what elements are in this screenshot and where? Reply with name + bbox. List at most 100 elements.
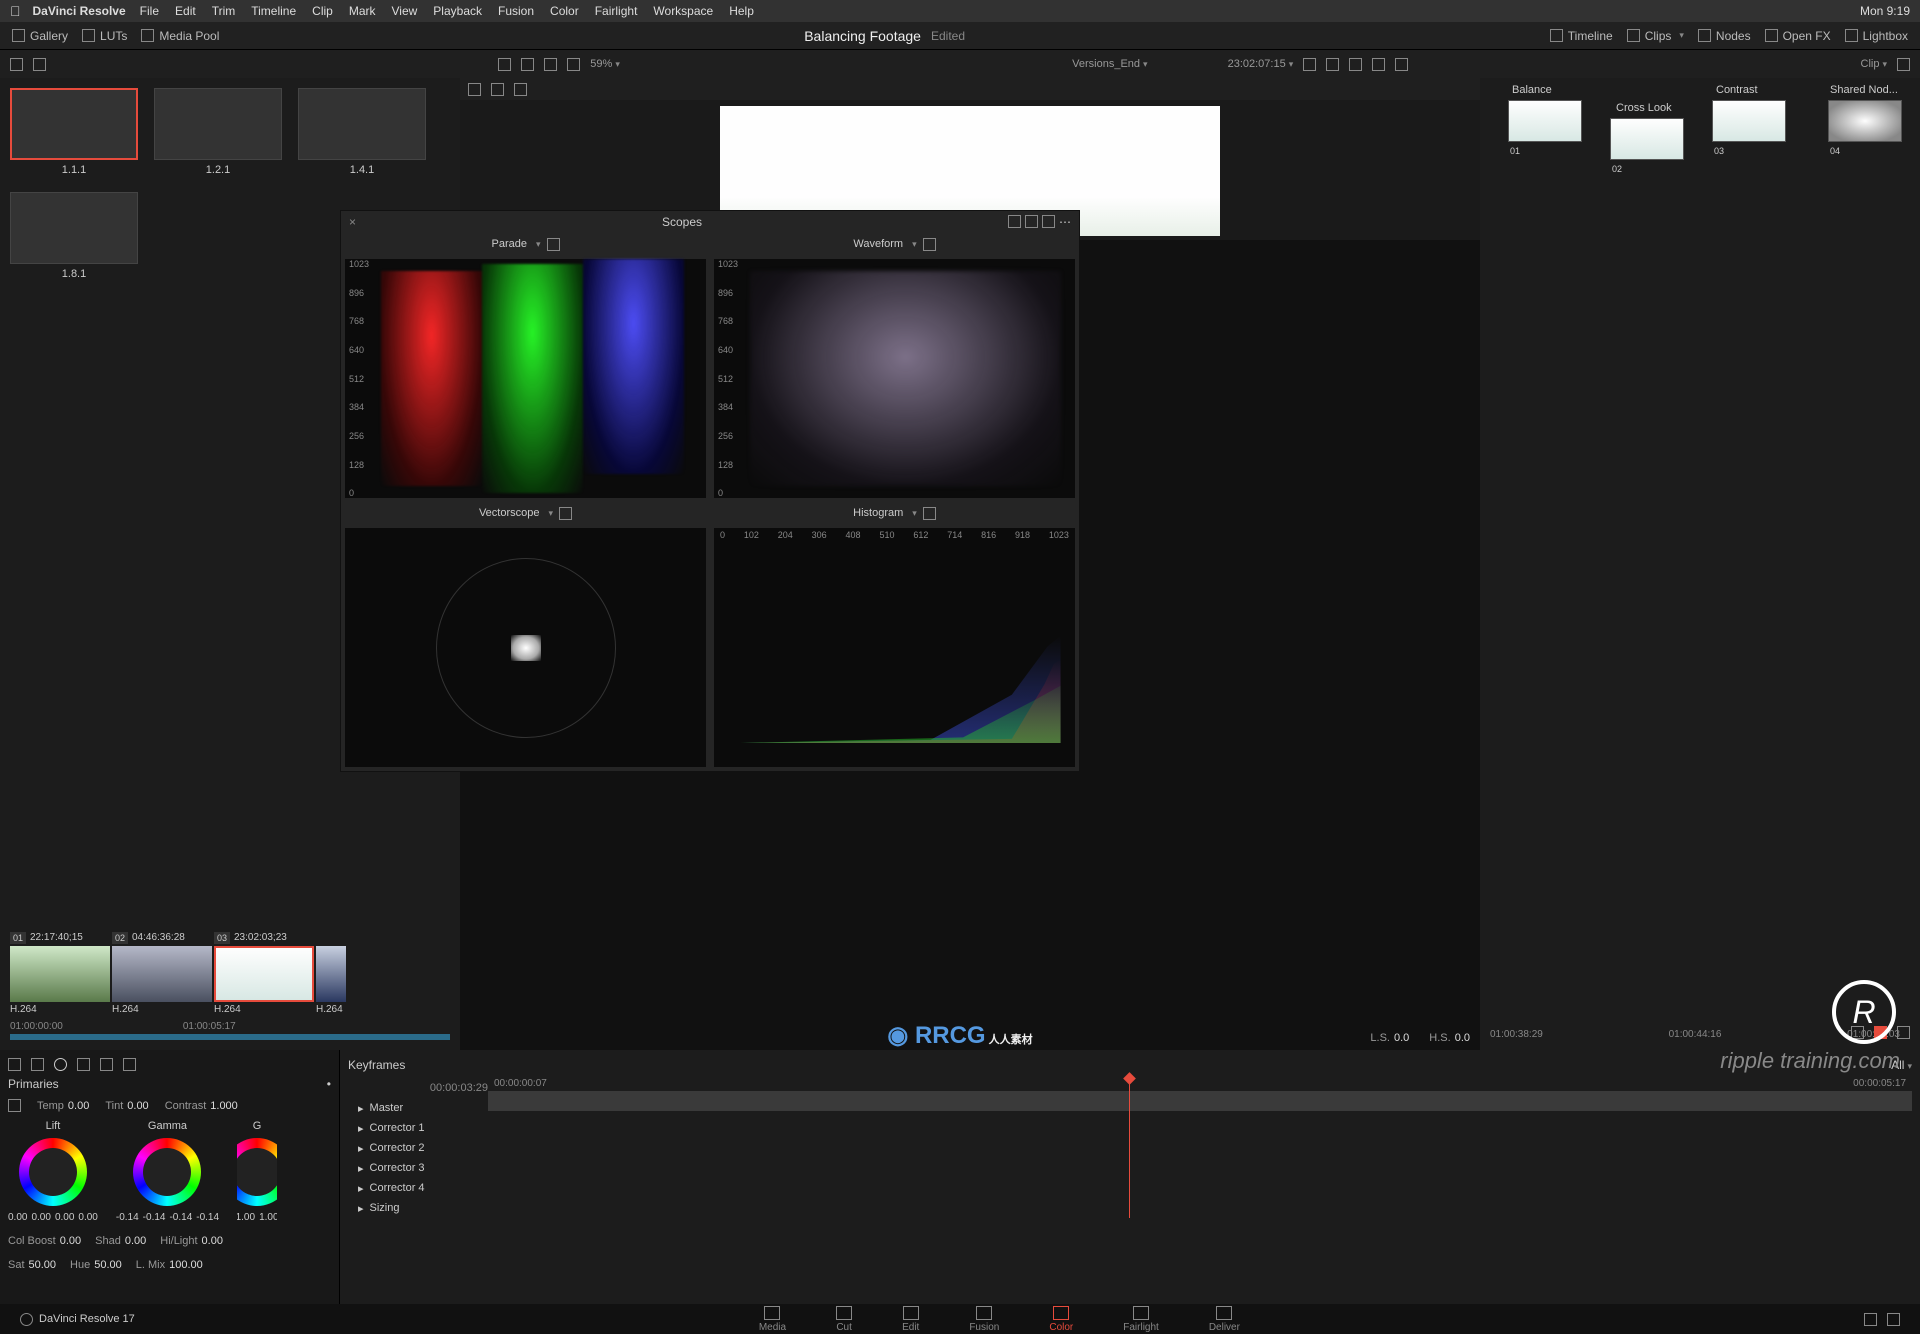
node-01[interactable]: 01 [1508, 100, 1582, 142]
tool-6-icon[interactable] [123, 1058, 136, 1071]
tool-4-icon[interactable] [77, 1058, 90, 1071]
tool-5-icon[interactable] [100, 1058, 113, 1071]
apple-menu[interactable]:  [10, 3, 21, 19]
gamma-wheel[interactable]: Gamma -0.14-0.14-0.14-0.14 [116, 1120, 219, 1223]
lmix-value[interactable]: 100.00 [169, 1259, 203, 1271]
scope-parade-label[interactable]: Parade [491, 238, 526, 250]
gallery-toggle[interactable]: Gallery [12, 29, 68, 43]
menu-clip[interactable]: Clip [312, 4, 333, 18]
search-icon[interactable] [544, 58, 557, 71]
zoom-level[interactable]: 59% [590, 58, 620, 70]
openfx-toggle[interactable]: Open FX [1765, 29, 1831, 43]
clip-mode[interactable]: Clip [1861, 58, 1887, 70]
kf-row-c1[interactable]: ▸ Corrector 1 [348, 1118, 488, 1138]
kf-tool-3-icon[interactable] [1897, 1026, 1910, 1039]
timeline-toggle[interactable]: Timeline [1550, 29, 1613, 43]
sat-value[interactable]: 50.00 [29, 1259, 57, 1271]
node-04[interactable]: 04 [1828, 100, 1902, 142]
temp-value[interactable]: 0.00 [68, 1100, 89, 1112]
scopes-layout-4-icon[interactable] [1042, 215, 1055, 228]
mini-timeline[interactable] [10, 1034, 450, 1040]
lift-wheel[interactable]: Lift 0.000.000.000.00 [8, 1120, 98, 1223]
still-4[interactable]: 1.8.1 [10, 192, 138, 280]
menu-workspace[interactable]: Workspace [653, 4, 713, 18]
picker-icon[interactable] [8, 1099, 21, 1112]
still-1[interactable]: 1.1.1 [10, 88, 138, 176]
window-icon[interactable] [491, 83, 504, 96]
viewer-timecode[interactable]: 23:02:07:15 [1228, 58, 1294, 70]
colboost-value[interactable]: 0.00 [60, 1235, 81, 1247]
luts-toggle[interactable]: LUTs [82, 29, 127, 43]
clip-3[interactable]: 0323:02:03;23 H.264 [214, 946, 314, 1015]
clip-4[interactable]: 04 H.264 [316, 946, 346, 1015]
sidebar-icon[interactable] [10, 58, 23, 71]
menu-timeline[interactable]: Timeline [251, 4, 296, 18]
kf-row-master[interactable]: ▸ Master [348, 1098, 488, 1118]
hilight-value[interactable]: 0.00 [202, 1235, 223, 1247]
nodes-toggle[interactable]: Nodes [1698, 29, 1751, 43]
menu-playback[interactable]: Playback [433, 4, 482, 18]
page-color[interactable]: Color [1049, 1306, 1073, 1333]
scopes-window[interactable]: × Scopes ⋯ Parade 1023 896 768 640 512 3… [340, 210, 1080, 772]
page-media[interactable]: Media [759, 1306, 786, 1333]
menu-edit[interactable]: Edit [175, 4, 196, 18]
menu-view[interactable]: View [392, 4, 418, 18]
kf-row-c3[interactable]: ▸ Corrector 3 [348, 1158, 488, 1178]
page-deliver[interactable]: Deliver [1209, 1306, 1240, 1333]
clip-2[interactable]: 0204:46:36:28 H.264 [112, 946, 212, 1015]
options-icon[interactable] [567, 58, 580, 71]
node-02[interactable]: 02 [1610, 118, 1684, 160]
menu-color[interactable]: Color [550, 4, 579, 18]
mediapool-toggle[interactable]: Media Pool [141, 29, 219, 43]
shad-value[interactable]: 0.00 [125, 1235, 146, 1247]
tool-wheels-icon[interactable] [54, 1058, 67, 1071]
home-icon[interactable] [1864, 1313, 1877, 1326]
keyframe-playhead[interactable] [1129, 1078, 1130, 1218]
scope-histogram-label[interactable]: Histogram [853, 507, 903, 519]
scope-settings-icon[interactable] [559, 507, 572, 520]
clips-toggle[interactable]: Clips [1627, 29, 1684, 43]
list-view-icon[interactable] [498, 58, 511, 71]
gain-wheel[interactable]: G 1.001.00 [237, 1120, 277, 1223]
hand-icon[interactable] [1395, 58, 1408, 71]
menu-fairlight[interactable]: Fairlight [595, 4, 638, 18]
scope-vectorscope-label[interactable]: Vectorscope [479, 507, 540, 519]
viewer-options-icon[interactable] [1349, 58, 1362, 71]
scopes-options-icon[interactable]: ⋯ [1059, 215, 1071, 229]
node-03[interactable]: 03 [1712, 100, 1786, 142]
page-edit[interactable]: Edit [902, 1306, 919, 1333]
node-editor[interactable]: Balance Cross Look Contrast Shared Nod..… [1480, 78, 1920, 1050]
thumb-view-icon[interactable] [521, 58, 534, 71]
contrast-value[interactable]: 1.000 [210, 1100, 238, 1112]
scope-waveform-label[interactable]: Waveform [853, 238, 903, 250]
lightbox-toggle[interactable]: Lightbox [1845, 29, 1908, 43]
page-cut[interactable]: Cut [836, 1306, 852, 1333]
kf-row-sizing[interactable]: ▸ Sizing [348, 1198, 488, 1218]
scopes-layout-2-icon[interactable] [1025, 215, 1038, 228]
kf-row-c4[interactable]: ▸ Corrector 4 [348, 1178, 488, 1198]
still-2[interactable]: 1.2.1 [154, 88, 282, 176]
scope-settings-icon[interactable] [923, 507, 936, 520]
tool-1-icon[interactable] [8, 1058, 21, 1071]
node-options-icon[interactable] [1897, 58, 1910, 71]
kf-row-c2[interactable]: ▸ Corrector 2 [348, 1138, 488, 1158]
keyframe-timeline[interactable]: 00:00:00:0700:00:05:17 [488, 1078, 1912, 1218]
page-fusion[interactable]: Fusion [969, 1306, 999, 1333]
pointer-icon[interactable] [1372, 58, 1385, 71]
magic-icon[interactable] [514, 83, 527, 96]
tool-2-icon[interactable] [31, 1058, 44, 1071]
tint-value[interactable]: 0.00 [127, 1100, 148, 1112]
app-name[interactable]: DaVinci Resolve [33, 4, 126, 18]
menu-file[interactable]: File [140, 4, 159, 18]
version-name[interactable]: Versions_End [1072, 58, 1147, 70]
hue-value[interactable]: 50.00 [94, 1259, 122, 1271]
project-settings-icon[interactable] [1887, 1313, 1900, 1326]
qualifier-icon[interactable] [468, 83, 481, 96]
scope-settings-icon[interactable] [923, 238, 936, 251]
menu-trim[interactable]: Trim [212, 4, 236, 18]
menu-fusion[interactable]: Fusion [498, 4, 534, 18]
grab-still-icon[interactable] [33, 58, 46, 71]
expand-icon[interactable] [1326, 58, 1339, 71]
scopes-layout-1-icon[interactable] [1008, 215, 1021, 228]
scopes-close-icon[interactable]: × [349, 215, 356, 229]
